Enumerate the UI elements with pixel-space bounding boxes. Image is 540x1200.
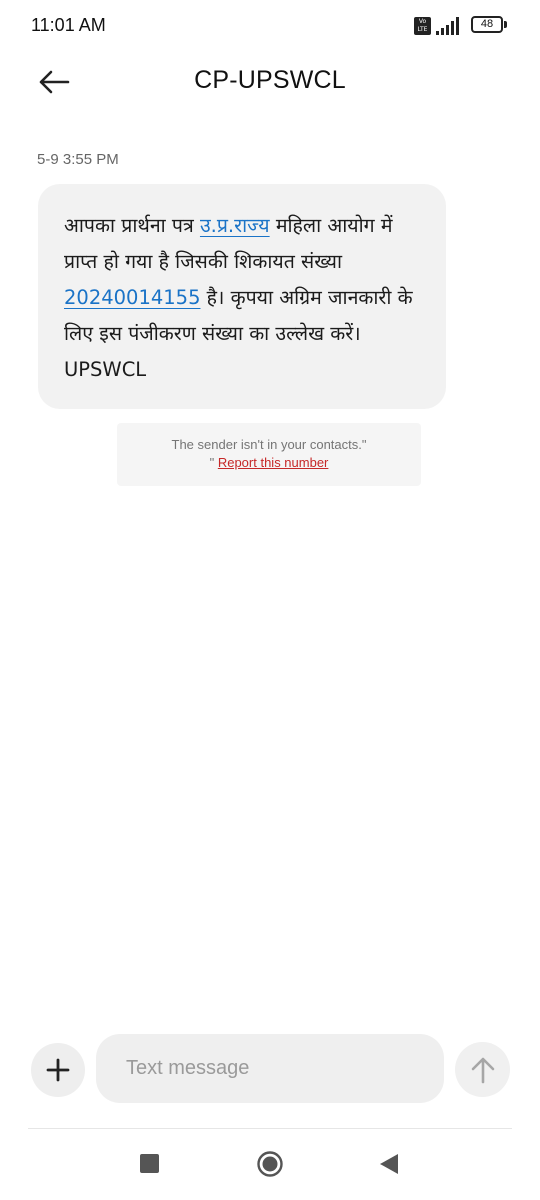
send-button[interactable] bbox=[455, 1042, 510, 1097]
status-bar: 11:01 AM Vo LTE 48 bbox=[0, 0, 540, 52]
nav-divider bbox=[28, 1128, 512, 1129]
home-circle-icon[interactable] bbox=[256, 1150, 284, 1178]
message-bubble[interactable]: आपका प्रार्थना पत्र उ.प्र.राज्य महिला आय… bbox=[38, 184, 446, 409]
battery-tip bbox=[504, 21, 507, 28]
message-text-part-1: आपका प्रार्थना पत्र bbox=[64, 214, 200, 237]
complaint-number-link[interactable]: 20240014155 bbox=[64, 286, 200, 309]
battery-icon: 48 bbox=[471, 16, 503, 33]
volte-icon: Vo LTE bbox=[414, 17, 431, 35]
notice-report-line: " Report this number bbox=[117, 454, 421, 472]
contact-title: CP-UPSWCL bbox=[194, 66, 346, 94]
back-triangle-icon[interactable] bbox=[378, 1152, 400, 1176]
add-attachment-button[interactable] bbox=[31, 1043, 85, 1097]
status-time: 11:01 AM bbox=[31, 15, 106, 35]
recents-square-icon[interactable] bbox=[140, 1154, 159, 1173]
message-input-container bbox=[96, 1034, 444, 1103]
message-timestamp: 5-9 3:55 PM bbox=[37, 151, 119, 168]
message-input[interactable] bbox=[96, 1034, 444, 1103]
notice-text: The sender isn't in your contacts." bbox=[171, 437, 367, 452]
report-number-link[interactable]: Report this number bbox=[218, 455, 329, 470]
message-link-state-name[interactable]: उ.प्र.राज्य bbox=[200, 214, 270, 237]
plus-icon bbox=[46, 1058, 70, 1082]
send-arrow-icon bbox=[471, 1057, 494, 1083]
signal-icon bbox=[436, 17, 459, 35]
notice-quote: " bbox=[209, 455, 218, 470]
sms-conversation-screen: 11:01 AM Vo LTE 48 CP-UPSWCL 5-9 3:55 PM… bbox=[0, 0, 540, 1200]
unknown-sender-notice: The sender isn't in your contacts." " Re… bbox=[117, 423, 421, 486]
conversation-header: CP-UPSWCL bbox=[0, 52, 540, 112]
